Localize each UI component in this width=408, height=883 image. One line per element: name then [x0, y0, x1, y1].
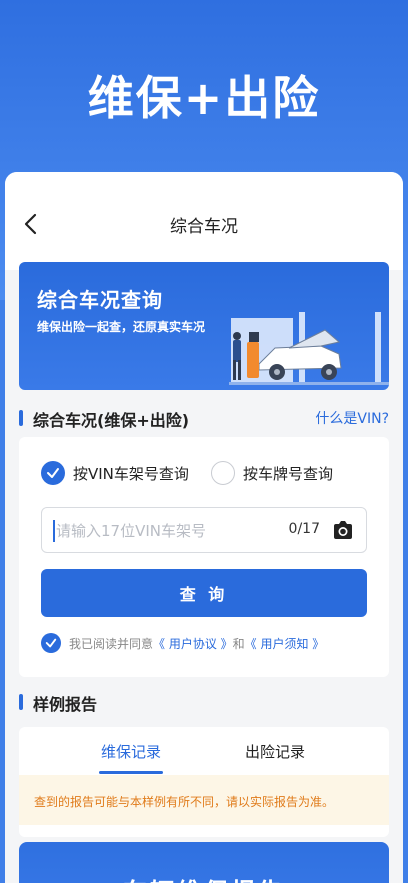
user-notice-link[interactable]: 《 用户须知 》: [245, 635, 325, 652]
sample-tabs-card: 维保记录 出险记录 查到的报告可能与本样例有所不同，请以实际报告为准。: [19, 727, 389, 837]
hero-banner: 综合车况查询 维保出险一起查，还原真实车况: [19, 262, 389, 390]
agreement-prefix: 我已阅读并同意: [69, 636, 154, 651]
banner-subtitle: 维保出险一起查，还原真实车况: [37, 320, 206, 334]
query-section-header: 综合车况(维保+出险) 什么是VIN?: [19, 406, 389, 430]
banner-title: 综合车况查询: [37, 288, 163, 312]
option-vin-label: 按VIN车架号查询: [73, 464, 189, 483]
main-sheet: 综合车况 综合车况查询 维保出险一起查，还原真实车况 综合车况(维保+出险) 什…: [5, 172, 403, 883]
sample-section-title: 样例报告: [33, 695, 98, 714]
query-section-title: 综合车况(维保+出险): [33, 411, 190, 430]
what-is-vin-link[interactable]: 什么是VIN?: [315, 408, 389, 428]
vin-input[interactable]: [56, 516, 276, 546]
vin-input-box: 0/17: [41, 507, 367, 553]
promo-title: 维保+出险: [87, 71, 321, 125]
tab-maintenance[interactable]: 维保记录: [101, 741, 161, 762]
active-tab-indicator: [99, 771, 163, 774]
vin-char-counter: 0/17: [288, 521, 320, 537]
text-cursor: [53, 520, 55, 542]
car-service-illustration: [229, 312, 389, 385]
option-vin[interactable]: 按VIN车架号查询: [41, 461, 189, 485]
option-plate-label: 按车牌号查询: [243, 464, 334, 483]
query-form-card: 按VIN车架号查询 按车牌号查询 0/17 查 询 我已阅读并同意 《 用户协议…: [19, 437, 389, 677]
user-agreement-link[interactable]: 《 用户协议 》: [153, 635, 233, 652]
tab-claims[interactable]: 出险记录: [245, 741, 305, 762]
agreement-row: 我已阅读并同意 《 用户协议 》 和 《 用户须知 》: [41, 633, 324, 653]
report-preview-title: 车辆维保报告: [19, 872, 389, 883]
nav-bar: 综合车况: [5, 172, 403, 270]
page-title: 综合车况: [170, 217, 238, 237]
section-accent-bar: [19, 694, 23, 710]
sample-notice: 查到的报告可能与本样例有所不同，请以实际报告为准。: [19, 775, 389, 825]
sample-section-header: 样例报告: [19, 690, 389, 714]
agreement-checkbox[interactable]: [41, 633, 61, 653]
option-plate[interactable]: 按车牌号查询: [211, 461, 333, 485]
report-preview-card: 车辆维保报告: [19, 842, 389, 883]
query-button[interactable]: 查 询: [41, 569, 367, 617]
agreement-conj: 和: [232, 636, 245, 651]
radio-checked-icon[interactable]: [41, 461, 65, 485]
radio-unchecked-icon[interactable]: [211, 461, 235, 485]
section-accent-bar: [19, 410, 23, 426]
camera-icon[interactable]: [332, 520, 354, 540]
